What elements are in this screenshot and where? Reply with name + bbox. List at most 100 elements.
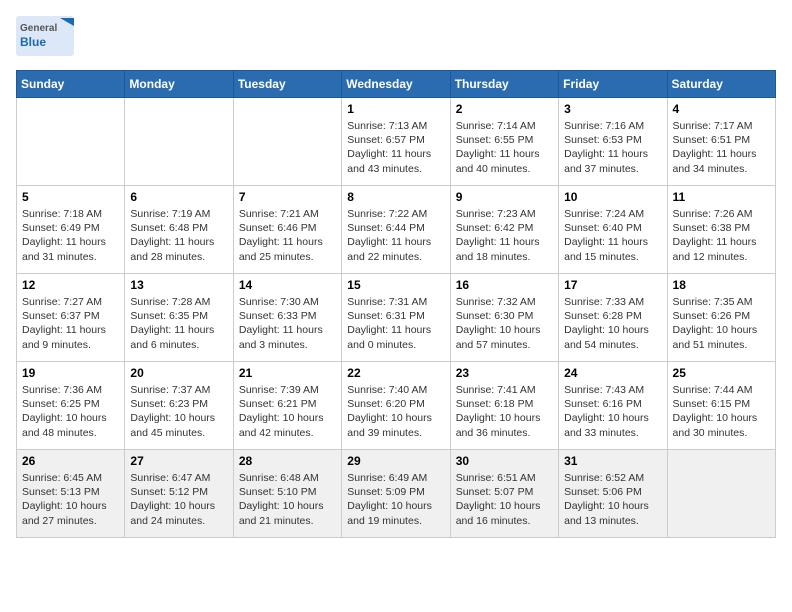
calendar-cell: 17 Sunrise: 7:33 AMSunset: 6:28 PMDayligh… xyxy=(559,274,667,362)
calendar-cell xyxy=(125,98,233,186)
day-info: Sunrise: 7:28 AMSunset: 6:35 PMDaylight:… xyxy=(130,295,227,352)
svg-text:General: General xyxy=(20,23,57,34)
calendar-cell: 20Sunrise: 7:37 AMSunset: 6:23 PMDayligh… xyxy=(125,362,233,450)
day-number: 17 xyxy=(564,278,661,292)
day-number: 8 xyxy=(347,190,444,204)
day-info: Sunrise: 6:48 AMSunset: 5:10 PMDaylight:… xyxy=(239,471,336,528)
page-header: General Blue xyxy=(16,16,776,58)
day-header-monday: Monday xyxy=(125,71,233,98)
day-number: 22 xyxy=(347,366,444,380)
calendar-table: SundayMondayTuesdayWednesdayThursdayFrid… xyxy=(16,70,776,538)
day-info: Sunrise: 7:31 AMSunset: 6:31 PMDaylight:… xyxy=(347,295,444,352)
day-info: Sunrise: 7:41 AMSunset: 6:18 PMDaylight:… xyxy=(456,383,553,440)
calendar-cell: 10 Sunrise: 7:24 AMSunset: 6:40 PMDayligh… xyxy=(559,186,667,274)
day-number: 16 xyxy=(456,278,553,292)
day-info: Sunrise: 7:19 AMSunset: 6:48 PMDaylight:… xyxy=(130,207,227,264)
day-number: 1 xyxy=(347,102,444,116)
day-number: 9 xyxy=(456,190,553,204)
day-info: Sunrise: 6:47 AMSunset: 5:12 PMDaylight:… xyxy=(130,471,227,528)
calendar-cell: 24 Sunrise: 7:43 AMSunset: 6:16 PMDayligh… xyxy=(559,362,667,450)
day-header-saturday: Saturday xyxy=(667,71,775,98)
calendar-cell: 15 Sunrise: 7:31 AMSunset: 6:31 PMDayligh… xyxy=(342,274,450,362)
day-info: Sunrise: 7:18 AMSunset: 6:49 PMDaylight:… xyxy=(22,207,119,264)
calendar-cell xyxy=(233,98,341,186)
calendar-cell: 1Sunrise: 7:13 AMSunset: 6:57 PMDaylight… xyxy=(342,98,450,186)
calendar-cell: 21 Sunrise: 7:39 AMSunset: 6:21 PMDayligh… xyxy=(233,362,341,450)
calendar-cell: 26Sunrise: 6:45 AMSunset: 5:13 PMDayligh… xyxy=(17,450,125,538)
day-info: Sunrise: 7:27 AMSunset: 6:37 PMDaylight:… xyxy=(22,295,119,352)
day-info: Sunrise: 6:51 AMSunset: 5:07 PMDaylight:… xyxy=(456,471,553,528)
day-info: Sunrise: 7:26 AMSunset: 6:38 PMDaylight:… xyxy=(673,207,770,264)
calendar-cell: 14 Sunrise: 7:30 AMSunset: 6:33 PMDayligh… xyxy=(233,274,341,362)
calendar-cell: 3Sunrise: 7:16 AMSunset: 6:53 PMDaylight… xyxy=(559,98,667,186)
day-number: 3 xyxy=(564,102,661,116)
day-number: 4 xyxy=(673,102,770,116)
day-number: 19 xyxy=(22,366,119,380)
day-info: Sunrise: 6:52 AMSunset: 5:06 PMDaylight:… xyxy=(564,471,661,528)
day-number: 10 xyxy=(564,190,661,204)
day-header-thursday: Thursday xyxy=(450,71,558,98)
day-header-friday: Friday xyxy=(559,71,667,98)
calendar-cell: 6 Sunrise: 7:19 AMSunset: 6:48 PMDaylight… xyxy=(125,186,233,274)
calendar-cell: 23Sunrise: 7:41 AMSunset: 6:18 PMDayligh… xyxy=(450,362,558,450)
day-info: Sunrise: 7:14 AMSunset: 6:55 PMDaylight:… xyxy=(456,119,553,176)
calendar-cell: 11Sunrise: 7:26 AMSunset: 6:38 PMDayligh… xyxy=(667,186,775,274)
day-number: 5 xyxy=(22,190,119,204)
calendar-cell: 31 Sunrise: 6:52 AMSunset: 5:06 PMDayligh… xyxy=(559,450,667,538)
calendar-cell: 2 Sunrise: 7:14 AMSunset: 6:55 PMDaylight… xyxy=(450,98,558,186)
day-number: 13 xyxy=(130,278,227,292)
week-row-2: 5 Sunrise: 7:18 AMSunset: 6:49 PMDaylight… xyxy=(17,186,776,274)
calendar-cell: 19 Sunrise: 7:36 AMSunset: 6:25 PMDayligh… xyxy=(17,362,125,450)
logo: General Blue xyxy=(16,16,76,58)
day-number: 27 xyxy=(130,454,227,468)
svg-text:Blue: Blue xyxy=(20,35,46,49)
calendar-cell xyxy=(667,450,775,538)
calendar-cell: 28 Sunrise: 6:48 AMSunset: 5:10 PMDayligh… xyxy=(233,450,341,538)
day-number: 6 xyxy=(130,190,227,204)
day-number: 18 xyxy=(673,278,770,292)
day-info: Sunrise: 7:36 AMSunset: 6:25 PMDaylight:… xyxy=(22,383,119,440)
day-number: 14 xyxy=(239,278,336,292)
day-number: 28 xyxy=(239,454,336,468)
day-info: Sunrise: 7:23 AMSunset: 6:42 PMDaylight:… xyxy=(456,207,553,264)
day-number: 15 xyxy=(347,278,444,292)
calendar-cell: 4Sunrise: 7:17 AMSunset: 6:51 PMDaylight… xyxy=(667,98,775,186)
day-info: Sunrise: 7:33 AMSunset: 6:28 PMDaylight:… xyxy=(564,295,661,352)
calendar-cell: 25 Sunrise: 7:44 AMSunset: 6:15 PMDayligh… xyxy=(667,362,775,450)
day-number: 12 xyxy=(22,278,119,292)
calendar-cell: 7 Sunrise: 7:21 AMSunset: 6:46 PMDaylight… xyxy=(233,186,341,274)
calendar-cell: 29Sunrise: 6:49 AMSunset: 5:09 PMDayligh… xyxy=(342,450,450,538)
day-info: Sunrise: 7:24 AMSunset: 6:40 PMDaylight:… xyxy=(564,207,661,264)
calendar-cell: 18 Sunrise: 7:35 AMSunset: 6:26 PMDayligh… xyxy=(667,274,775,362)
day-header-sunday: Sunday xyxy=(17,71,125,98)
calendar-cell: 12 Sunrise: 7:27 AMSunset: 6:37 PMDayligh… xyxy=(17,274,125,362)
day-number: 7 xyxy=(239,190,336,204)
day-info: Sunrise: 7:30 AMSunset: 6:33 PMDaylight:… xyxy=(239,295,336,352)
day-info: Sunrise: 7:44 AMSunset: 6:15 PMDaylight:… xyxy=(673,383,770,440)
day-number: 20 xyxy=(130,366,227,380)
calendar-cell xyxy=(17,98,125,186)
day-number: 31 xyxy=(564,454,661,468)
day-info: Sunrise: 7:35 AMSunset: 6:26 PMDaylight:… xyxy=(673,295,770,352)
day-number: 26 xyxy=(22,454,119,468)
calendar-cell: 13 Sunrise: 7:28 AMSunset: 6:35 PMDayligh… xyxy=(125,274,233,362)
day-header-tuesday: Tuesday xyxy=(233,71,341,98)
day-info: Sunrise: 7:21 AMSunset: 6:46 PMDaylight:… xyxy=(239,207,336,264)
calendar-cell: 5 Sunrise: 7:18 AMSunset: 6:49 PMDaylight… xyxy=(17,186,125,274)
calendar-header-row: SundayMondayTuesdayWednesdayThursdayFrid… xyxy=(17,71,776,98)
day-header-wednesday: Wednesday xyxy=(342,71,450,98)
calendar-cell: 22 Sunrise: 7:40 AMSunset: 6:20 PMDayligh… xyxy=(342,362,450,450)
week-row-3: 12 Sunrise: 7:27 AMSunset: 6:37 PMDayligh… xyxy=(17,274,776,362)
calendar-cell: 8Sunrise: 7:22 AMSunset: 6:44 PMDaylight… xyxy=(342,186,450,274)
day-number: 24 xyxy=(564,366,661,380)
calendar-cell: 27 Sunrise: 6:47 AMSunset: 5:12 PMDayligh… xyxy=(125,450,233,538)
day-number: 25 xyxy=(673,366,770,380)
logo-svg: General Blue xyxy=(16,16,76,58)
calendar-cell: 30Sunrise: 6:51 AMSunset: 5:07 PMDayligh… xyxy=(450,450,558,538)
day-number: 21 xyxy=(239,366,336,380)
day-info: Sunrise: 7:40 AMSunset: 6:20 PMDaylight:… xyxy=(347,383,444,440)
day-info: Sunrise: 7:39 AMSunset: 6:21 PMDaylight:… xyxy=(239,383,336,440)
day-number: 2 xyxy=(456,102,553,116)
day-info: Sunrise: 7:43 AMSunset: 6:16 PMDaylight:… xyxy=(564,383,661,440)
week-row-1: 1Sunrise: 7:13 AMSunset: 6:57 PMDaylight… xyxy=(17,98,776,186)
